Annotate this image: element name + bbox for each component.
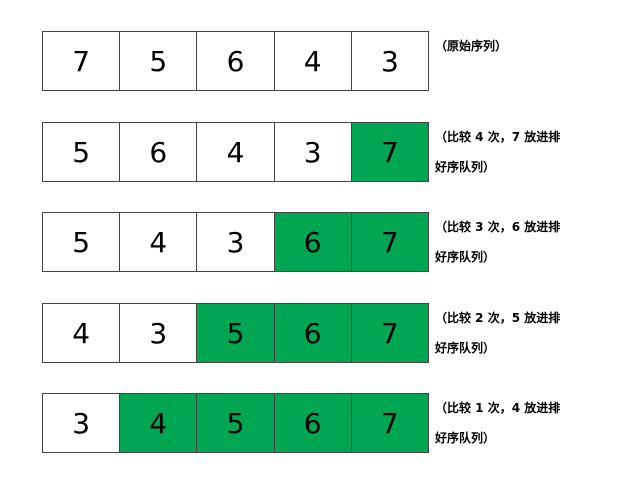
step-note-line: （比较 4 次，7 放进排 — [435, 130, 561, 144]
step-note-line: （比较 1 次，4 放进排 — [435, 401, 561, 415]
array-cell: 7 — [350, 393, 430, 453]
array-row-original: 7 5 6 4 3 — [42, 31, 430, 91]
array-cell: 4 — [196, 122, 275, 182]
array-cell: 5 — [42, 122, 121, 182]
array-cell: 3 — [42, 393, 121, 453]
array-row-pass-1: 5 6 4 3 7 — [42, 122, 430, 182]
array-cell: 6 — [273, 212, 352, 272]
array-cell: 4 — [119, 393, 198, 453]
step-note: （比较 4 次，7 放进排 好序队列） — [435, 122, 595, 182]
array-cell: 4 — [42, 303, 121, 363]
step-note: （比较 2 次，5 放进排 好序队列） — [435, 303, 595, 363]
array-cell: 3 — [273, 122, 352, 182]
array-cell: 7 — [350, 212, 430, 272]
step-note-line: 好序队列） — [435, 341, 496, 355]
array-cell: 7 — [350, 122, 430, 182]
array-cell: 5 — [42, 212, 121, 272]
step-note: （比较 1 次，4 放进排 好序队列） — [435, 393, 595, 453]
step-note-line: 好序队列） — [435, 250, 496, 264]
array-cell: 3 — [119, 303, 198, 363]
step-note: （原始序列） — [435, 31, 595, 61]
step-note-line: 好序队列） — [435, 431, 496, 445]
array-row-pass-3: 4 3 5 6 7 — [42, 303, 430, 363]
array-cell: 5 — [196, 303, 275, 363]
array-cell: 7 — [350, 303, 430, 363]
array-cell: 7 — [42, 31, 121, 91]
step-note: （比较 3 次，6 放进排 好序队列） — [435, 212, 595, 272]
array-cell: 6 — [273, 303, 352, 363]
array-cell: 6 — [273, 393, 352, 453]
array-cell: 5 — [196, 393, 275, 453]
step-note-line: （比较 3 次，6 放进排 — [435, 220, 561, 234]
array-cell: 3 — [196, 212, 275, 272]
array-cell: 5 — [119, 31, 198, 91]
step-note-line: （比较 2 次，5 放进排 — [435, 311, 561, 325]
array-row-pass-2: 5 4 3 6 7 — [42, 212, 430, 272]
array-cell: 6 — [196, 31, 275, 91]
array-cell: 6 — [119, 122, 198, 182]
array-row-pass-4: 3 4 5 6 7 — [42, 393, 430, 453]
array-cell: 4 — [119, 212, 198, 272]
step-note-line: （原始序列） — [435, 39, 508, 53]
array-cell: 4 — [273, 31, 352, 91]
array-cell: 3 — [350, 31, 430, 91]
step-note-line: 好序队列） — [435, 160, 496, 174]
